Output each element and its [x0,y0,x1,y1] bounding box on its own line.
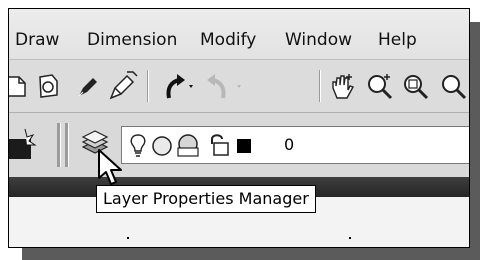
open-file-icon[interactable] [9,74,27,102]
freeze-viewport-icon[interactable] [174,132,202,162]
freeze-icon[interactable] [150,134,174,162]
toolbar-separator [147,70,148,102]
pan-icon[interactable] [327,72,357,106]
layer-state-icon[interactable] [9,127,37,165]
menu-window[interactable]: Window [285,29,352,51]
zoom-realtime-icon[interactable] [365,72,395,106]
menu-dimension[interactable]: Dimension [87,29,177,51]
undo-icon[interactable] [155,70,195,108]
pencil-icon[interactable] [75,74,101,104]
menu-draw[interactable]: Draw [15,29,59,51]
grid-dot [127,237,129,239]
tooltip: Layer Properties Manager [96,185,316,213]
redo-icon[interactable] [201,70,245,108]
toolbar-separator [319,70,320,102]
mouse-pointer-icon [97,148,125,194]
toolbar-grip[interactable] [57,123,60,167]
standard-toolbar [9,60,469,113]
layer-control-dropdown[interactable]: 0 [121,126,469,164]
lock-icon[interactable] [206,132,232,162]
grid-dot [349,237,351,239]
current-layer-value: 0 [284,135,295,154]
save-icon[interactable] [35,73,61,103]
layers-toolbar: 0 [9,113,469,177]
zoom-previous-icon[interactable] [439,72,469,106]
toolbar-grip[interactable] [65,123,68,167]
color-swatch-icon[interactable] [236,138,252,158]
match-properties-icon[interactable] [107,70,139,106]
menu-modify[interactable]: Modify [200,29,256,51]
zoom-window-icon[interactable] [401,72,431,106]
menu-bar: Draw Dimension Modify Window Help [9,9,469,60]
menu-help[interactable]: Help [378,29,417,51]
lightbulb-icon[interactable] [128,133,148,163]
